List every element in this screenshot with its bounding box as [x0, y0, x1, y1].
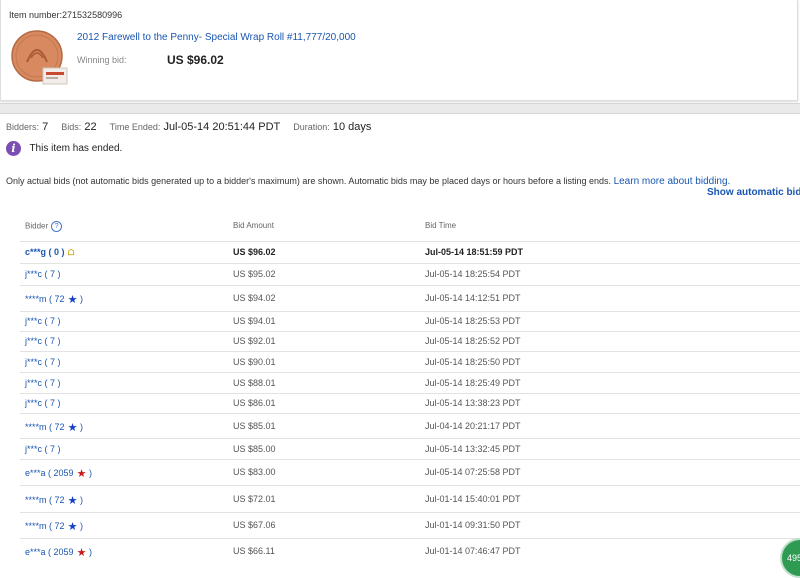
bid-row: ****m ( 72 ★ ) US $67.06 Jul-01-14 09:31:5…: [20, 512, 800, 539]
bidder-name-link[interactable]: j***c ( 7 ): [25, 444, 61, 454]
blue-star-icon: ★: [64, 422, 78, 434]
bid-row: e***a ( 2059 ★ ) US $66.11 Jul-01-14 07:46…: [20, 538, 800, 565]
blue-star-icon: ★: [64, 294, 78, 306]
bid-amount: US $85.01: [233, 421, 276, 431]
bid-time: Jul-05-14 18:25:49 PDT: [425, 378, 521, 388]
ended-text: This item has ended.: [29, 143, 123, 155]
bidder-name-link[interactable]: e***a ( 2059 ★ ): [25, 467, 92, 480]
header-bid-amount: Bid Amount: [233, 221, 274, 230]
time-ended-value: Jul-05-14 20:51:44 PDT: [163, 121, 281, 133]
bid-amount: US $88.01: [233, 378, 276, 388]
bidders-count: 7: [42, 121, 49, 133]
bid-time: Jul-01-14 09:31:50 PDT: [425, 520, 521, 530]
bid-amount: US $90.01: [233, 357, 276, 367]
bid-row: ****m ( 72 ★ ) US $72.01 Jul-01-14 15:40:0…: [20, 485, 800, 513]
bid-row: j***c ( 7 ) US $95.02 Jul-05-14 18:25:54 P…: [20, 263, 800, 286]
bids-label: Bids:: [61, 122, 82, 132]
bid-time: Jul-05-14 18:51:59 PDT: [425, 247, 524, 257]
bid-time: Jul-05-14 18:25:54 PDT: [425, 269, 521, 279]
bid-amount: US $83.00: [233, 467, 276, 477]
bidder-name-link[interactable]: ****m ( 72 ★ ): [25, 494, 83, 507]
header-bid-time: Bid Time: [425, 221, 457, 230]
bidder-name-link[interactable]: ****m ( 72 ★ ): [25, 293, 83, 306]
bid-amount: US $66.11: [233, 546, 275, 556]
bid-time: Jul-05-14 13:38:23 PDT: [425, 398, 521, 408]
bid-row: ****m ( 72 ★ ) US $94.02 Jul-05-14 14:12:5…: [20, 285, 800, 312]
bid-row: j***c ( 7 ) US $88.01 Jul-05-14 18:25:49 P…: [20, 372, 800, 394]
item-thumbnail[interactable]: [9, 28, 69, 88]
new-bidder-icon: ☖: [67, 248, 75, 257]
bids-count: 22: [84, 121, 97, 133]
bid-row: ****m ( 72 ★ ) US $85.01 Jul-04-14 20:21:1…: [20, 413, 800, 439]
bid-row: e***a ( 2059 ★ ) US $83.00 Jul-05-14 07:25…: [20, 459, 800, 486]
winning-bid-value: US $96.02: [167, 53, 224, 67]
show-automatic-bids-link[interactable]: Show automatic bid: [707, 187, 800, 198]
info-icon: i: [6, 141, 21, 157]
winning-bid-label: Winning bid:: [77, 55, 127, 65]
bid-time: Jul-01-14 15:40:01 PDT: [425, 494, 521, 504]
bid-row: j***c ( 7 ) US $92.01 Jul-05-14 18:25:52 P…: [20, 331, 800, 352]
bid-amount: US $94.02: [233, 293, 276, 303]
bid-row: j***c ( 7 ) US $86.01 Jul-05-14 13:38:23 P…: [20, 393, 800, 414]
bidder-name-link[interactable]: j***c ( 7 ): [25, 398, 61, 408]
bids-note: Only actual bids (not automatic bids gen…: [6, 176, 730, 187]
bidder-name-link[interactable]: j***c ( 7 ): [25, 378, 61, 388]
item-title-link[interactable]: 2012 Farewell to the Penny- Special Wrap…: [77, 32, 356, 43]
bid-row: j***c ( 7 ) US $94.01 Jul-05-14 18:25:53 P…: [20, 311, 800, 332]
bidder-name-link[interactable]: ****m ( 72 ★ ): [25, 421, 83, 434]
bidder-name-link[interactable]: j***c ( 7 ): [25, 269, 61, 279]
bid-amount: US $94.01: [233, 316, 276, 326]
bidder-name-link[interactable]: c***g ( 0 ) ☖: [25, 247, 75, 257]
bidders-label: Bidders:: [6, 122, 40, 132]
bid-time: Jul-05-14 18:25:50 PDT: [425, 357, 521, 367]
help-icon[interactable]: ?: [51, 221, 63, 232]
bid-amount: US $67.06: [233, 520, 276, 530]
bid-row: c***g ( 0 ) ☖ US $96.02 Jul-05-14 18:51:59 …: [20, 241, 800, 264]
learn-more-link[interactable]: Learn more about bidding.: [614, 176, 731, 187]
blue-star-icon: ★: [64, 521, 78, 533]
section-divider: [0, 103, 800, 114]
bid-amount: US $86.01: [233, 398, 276, 408]
bidder-name-link[interactable]: ****m ( 72 ★ ): [25, 520, 83, 533]
bid-row: j***c ( 7 ) US $85.00 Jul-05-14 13:32:45 P…: [20, 438, 800, 460]
item-summary-card: Item number:271532580996 2012 Farewell t…: [0, 0, 798, 101]
bidder-name-link[interactable]: j***c ( 7 ): [25, 336, 61, 346]
bid-time: Jul-04-14 20:21:17 PDT: [425, 421, 521, 431]
bid-time: Jul-05-14 07:25:58 PDT: [425, 467, 521, 477]
bid-stats: Bidders: 7 Bids: 22 Time Ended: Jul-05-1…: [6, 121, 381, 133]
bid-amount: US $92.01: [233, 336, 276, 346]
item-number: Item number:271532580996: [9, 10, 123, 20]
bid-amount: US $85.00: [233, 444, 276, 454]
bid-amount: US $72.01: [233, 494, 276, 504]
duration-label: Duration:: [293, 122, 330, 132]
bid-time: Jul-01-14 07:46:47 PDT: [425, 546, 521, 556]
bid-amount: US $95.02: [233, 269, 276, 279]
header-bidder: Bidder?: [25, 221, 63, 232]
bidder-name-link[interactable]: e***a ( 2059 ★ ): [25, 546, 92, 559]
bid-time: Jul-05-14 14:12:51 PDT: [425, 293, 521, 303]
duration-value: 10 days: [332, 121, 372, 133]
ended-notice: i This item has ended.: [6, 140, 123, 157]
bidder-name-link[interactable]: j***c ( 7 ): [25, 316, 61, 326]
time-ended-label: Time Ended:: [109, 122, 161, 132]
blue-star-icon: ★: [64, 495, 78, 507]
bid-amount: US $96.02: [233, 247, 276, 257]
bid-time: Jul-05-14 18:25:53 PDT: [425, 316, 521, 326]
bids-note-text: Only actual bids (not automatic bids gen…: [6, 176, 612, 186]
bidder-name-link[interactable]: j***c ( 7 ): [25, 357, 61, 367]
bid-row: j***c ( 7 ) US $90.01 Jul-05-14 18:25:50 P…: [20, 351, 800, 373]
bid-time: Jul-05-14 13:32:45 PDT: [425, 444, 521, 454]
red-star-icon: ★: [73, 468, 87, 480]
red-star-icon: ★: [73, 547, 87, 559]
bid-time: Jul-05-14 18:25:52 PDT: [425, 336, 521, 346]
